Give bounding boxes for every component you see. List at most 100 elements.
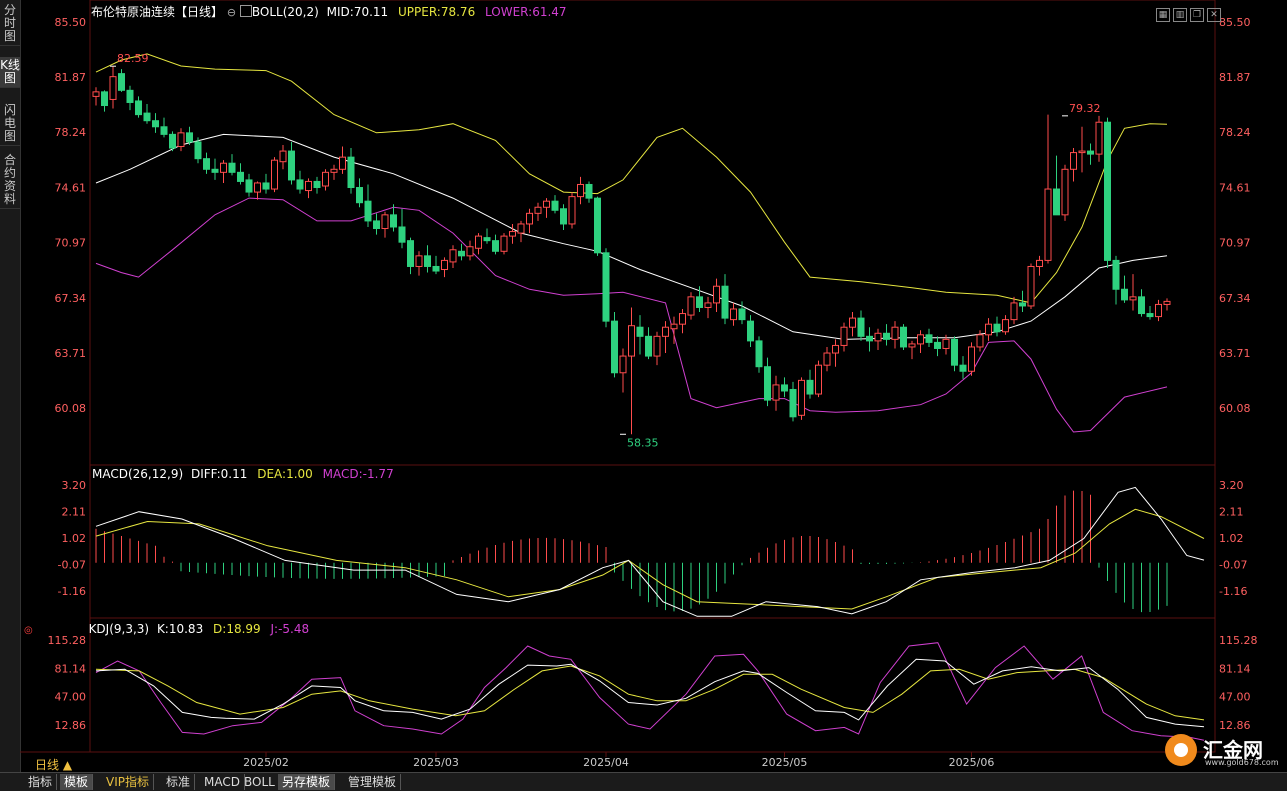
kdj-k: K:10.83 [156, 622, 204, 636]
candle-body-102 [959, 364, 967, 372]
candle-body-32 [364, 200, 372, 222]
price-tick-left-4: 70.97 [55, 237, 87, 250]
candle-body-42 [449, 249, 457, 263]
candle-body-120 [1112, 259, 1120, 290]
candle-body-88 [840, 326, 848, 346]
macd-tick-right-4: -1.16 [1219, 585, 1247, 598]
tile-icon[interactable]: ▥ [1173, 8, 1187, 22]
candle-body-111 [1036, 259, 1043, 267]
candle-body-51 [526, 212, 533, 225]
candle-body-19 [254, 182, 261, 193]
kdj-header: ◎ KDJ(9,3,3) K:10.83 D:18.99 J:-5.48 [24, 622, 309, 636]
candle-body-46 [483, 237, 491, 242]
x-tick-label-3: 2025/05 [762, 756, 808, 769]
candle-body-78 [755, 340, 763, 368]
tab-5[interactable]: BOLL [240, 774, 280, 790]
candle-body-100 [942, 338, 950, 349]
candle-body-35 [390, 214, 397, 228]
candle-body-1 [101, 91, 108, 107]
kdj-tick-right-2: 47.00 [1219, 691, 1251, 704]
candle-body-58 [585, 183, 593, 199]
candle-body-44 [466, 246, 474, 257]
candle-body-65 [645, 335, 652, 357]
tab-7[interactable]: 管理模板 [344, 774, 402, 790]
kdj-label: KDJ(9,3,3) [88, 622, 150, 636]
candle-body-89 [849, 317, 856, 328]
candle-body-69 [679, 313, 686, 325]
candle-body-39 [424, 255, 431, 267]
macd-tick-right-2: 1.02 [1219, 532, 1244, 545]
sidebar-item-2[interactable]: 闪电图 [0, 102, 20, 146]
candle-body-10 [177, 132, 185, 148]
candle-body-99 [934, 341, 941, 349]
price-tick-left-2: 78.24 [55, 126, 87, 139]
sidebar-item-1[interactable]: K线图 [0, 57, 20, 88]
candle-body-80 [772, 384, 780, 401]
candle-body-81 [781, 384, 788, 392]
candle-body-60 [602, 252, 610, 322]
candle-body-112 [1044, 188, 1052, 261]
candle-body-86 [823, 352, 831, 366]
tab-1[interactable]: 模板 [60, 774, 94, 790]
candle-body-106 [993, 323, 1001, 333]
kdj-settings-icon[interactable]: ◎ [24, 625, 33, 636]
candle-body-87 [832, 344, 839, 354]
macd-tick-left-0: 3.20 [62, 479, 87, 492]
candle-body-96 [908, 343, 916, 348]
candle-body-22 [279, 150, 287, 163]
logo-url: www.gold678.com [1205, 758, 1279, 767]
boll-upper: UPPER:78.76 [398, 5, 476, 19]
candle-body-27 [322, 171, 329, 187]
candle-body-16 [228, 162, 236, 173]
macd-tick-right-1: 2.11 [1219, 506, 1244, 519]
candle-body-40 [432, 265, 440, 272]
candle-body-92 [874, 332, 882, 342]
candle-body-36 [398, 226, 406, 243]
candle-body-25 [305, 180, 312, 192]
tab-4[interactable]: MACD [200, 774, 245, 790]
candle-body-38 [415, 255, 423, 267]
boll-lower: LOWER:61.47 [485, 5, 567, 19]
candle-body-5 [135, 100, 142, 116]
candle-body-116 [1078, 150, 1086, 154]
price-tick-right-0: 85.50 [1219, 16, 1251, 29]
candle-body-45 [475, 235, 482, 249]
settings-icon[interactable]: ⊖ [227, 6, 236, 19]
macd-value: MACD:-1.77 [322, 467, 394, 481]
sidebar-item-0[interactable]: 分时图 [0, 2, 20, 46]
candle-body-23 [288, 150, 295, 181]
candle-body-115 [1070, 152, 1077, 170]
tab-0[interactable]: 指标 [24, 774, 58, 790]
logo-icon [1165, 734, 1197, 766]
candle-body-21 [271, 159, 278, 190]
chart-icon[interactable] [239, 5, 252, 17]
candle-body-83 [798, 379, 805, 416]
candle-body-75 [730, 308, 737, 321]
sidebar-item-3[interactable]: 合约资料 [0, 152, 20, 209]
kdj-tick-left-3: 12.86 [55, 719, 87, 732]
candle-body-101 [951, 338, 958, 366]
grid-icon[interactable]: ▦ [1156, 8, 1170, 22]
tab-6[interactable]: 另存模板 [278, 774, 336, 790]
kdj-j: J:-5.48 [270, 622, 310, 636]
restore-icon[interactable]: ❐ [1190, 8, 1204, 22]
candle-body-17 [237, 171, 244, 182]
period-selector[interactable]: 日线 ▲ [35, 756, 72, 773]
annotation-label-1: 58.35 [627, 436, 659, 449]
candle-body-121 [1121, 288, 1128, 301]
candle-body-57 [577, 183, 584, 198]
candle-body-72 [704, 302, 712, 308]
candle-body-90 [857, 317, 865, 337]
tab-3[interactable]: 标准 [162, 774, 196, 790]
candle-body-118 [1095, 121, 1103, 155]
candle-body-64 [636, 326, 644, 337]
candle-body-107 [1002, 319, 1009, 333]
candle-body-0 [92, 91, 100, 97]
price-tick-right-6: 63.71 [1219, 347, 1251, 360]
candle-body-70 [687, 296, 695, 316]
candle-body-4 [126, 89, 134, 103]
candle-body-13 [203, 158, 210, 170]
tab-2[interactable]: VIP指标 [102, 774, 154, 790]
chart-canvas: 85.50 85.50 81.87 81.87 78.24 78.24 74.61 74.61… [20, 0, 1258, 769]
close-icon[interactable]: ✕ [1207, 8, 1221, 22]
